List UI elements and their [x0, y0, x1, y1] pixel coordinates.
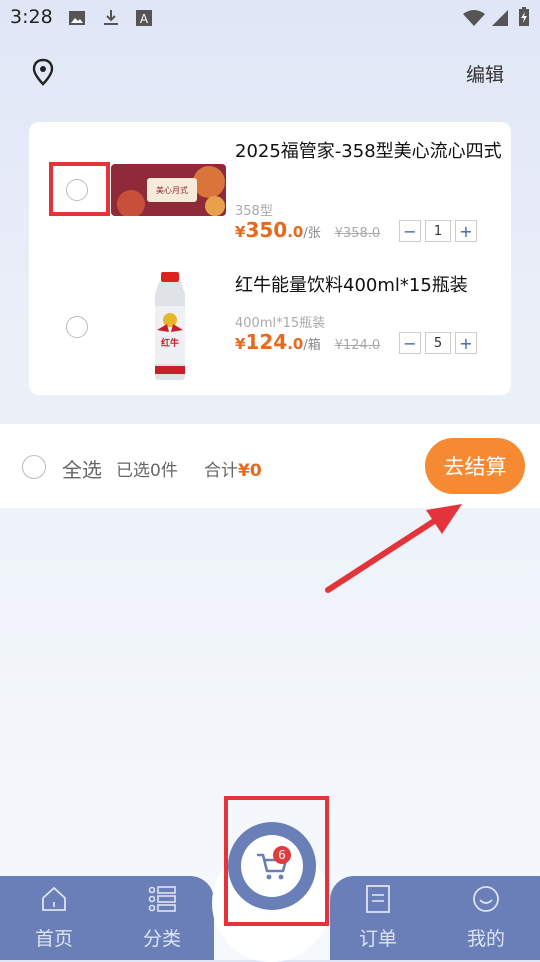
tab-label: 首页 — [34, 928, 73, 950]
smiley-profile-icon — [473, 886, 499, 912]
tab-category[interactable]: 分类 — [122, 884, 202, 951]
tab-profile[interactable]: 我的 — [446, 884, 526, 951]
item-price-row: ¥124.0/箱 ¥124.0 — [235, 330, 380, 360]
svg-text:美心月式: 美心月式 — [156, 185, 188, 195]
svg-text:红牛: 红牛 — [161, 337, 179, 349]
product-image-mooncake[interactable]: 美心月式 — [111, 164, 226, 216]
tab-label: 订单 — [358, 928, 397, 950]
product-image-redbull[interactable]: 红牛 — [147, 272, 193, 382]
wifi-icon — [463, 10, 485, 26]
tab-bar-right: 订单 我的 — [330, 876, 540, 960]
tab-label: 我的 — [466, 928, 505, 950]
item-select-radio[interactable] — [66, 179, 88, 201]
item-spec: 400ml*15瓶装 — [235, 316, 326, 331]
highlight-box — [224, 796, 329, 926]
signal-icon — [492, 10, 508, 26]
item-spec: 358型 — [235, 204, 273, 219]
item-title[interactable]: 红牛能量饮料400ml*15瓶装 — [235, 272, 505, 300]
decrease-button[interactable]: − — [399, 220, 421, 242]
order-doc-icon — [366, 885, 390, 913]
item-price: ¥124.0 — [235, 330, 304, 354]
svg-text:A: A — [140, 12, 149, 26]
quantity-field[interactable]: 1 — [425, 220, 451, 242]
selected-count: 已选0件 — [116, 461, 178, 481]
increase-button[interactable]: + — [455, 332, 477, 354]
tab-orders[interactable]: 订单 — [338, 884, 418, 951]
quantity-stepper: − 5 + — [399, 332, 477, 354]
annotation-arrow — [325, 504, 462, 593]
quantity-field[interactable]: 5 — [425, 332, 451, 354]
cart-list: 美心月式 2025福管家-358型美心流心四式 358型 ¥350.0/张 ¥35… — [29, 122, 511, 395]
select-all-radio[interactable] — [22, 455, 46, 479]
tab-bar-left: 首页 分类 — [0, 876, 214, 960]
home-icon — [42, 886, 66, 911]
battery-charging-icon — [519, 7, 529, 26]
item-price: ¥350.0 — [235, 218, 304, 242]
map-pin-icon[interactable] — [32, 58, 54, 86]
edit-button[interactable]: 编辑 — [466, 60, 504, 87]
total-price: 合计¥0 — [204, 461, 262, 481]
item-title[interactable]: 2025福管家-358型美心流心四式 — [235, 138, 505, 166]
checkout-summary-bar: 全选 已选0件 合计¥0 去结算 — [0, 424, 540, 508]
checkout-button[interactable]: 去结算 — [425, 438, 525, 494]
increase-button[interactable]: + — [455, 220, 477, 242]
tab-label: 分类 — [142, 928, 181, 950]
item-original-price: ¥124.0 — [334, 338, 381, 353]
item-unit: /箱 — [303, 338, 321, 353]
status-bar: 3:28 A — [0, 0, 540, 36]
download-icon — [104, 10, 118, 25]
item-original-price: ¥358.0 — [334, 226, 381, 241]
text-a-icon: A — [136, 10, 152, 26]
image-icon — [69, 11, 85, 25]
cart-item: 红牛 红牛能量饮料400ml*15瓶装 400ml*15瓶装 ¥124.0/箱 ¥… — [29, 272, 511, 392]
quantity-stepper: − 1 + — [399, 220, 477, 242]
cart-item: 美心月式 2025福管家-358型美心流心四式 358型 ¥350.0/张 ¥35… — [29, 132, 511, 252]
item-select-radio[interactable] — [66, 316, 88, 338]
tab-home[interactable]: 首页 — [14, 884, 94, 951]
item-unit: /张 — [303, 226, 321, 241]
top-bar: 编辑 — [0, 52, 540, 92]
status-time: 3:28 — [10, 6, 53, 28]
select-all-label[interactable]: 全选 — [62, 454, 102, 483]
decrease-button[interactable]: − — [399, 332, 421, 354]
category-list-icon — [148, 886, 176, 912]
item-price-row: ¥350.0/张 ¥358.0 — [235, 218, 380, 248]
